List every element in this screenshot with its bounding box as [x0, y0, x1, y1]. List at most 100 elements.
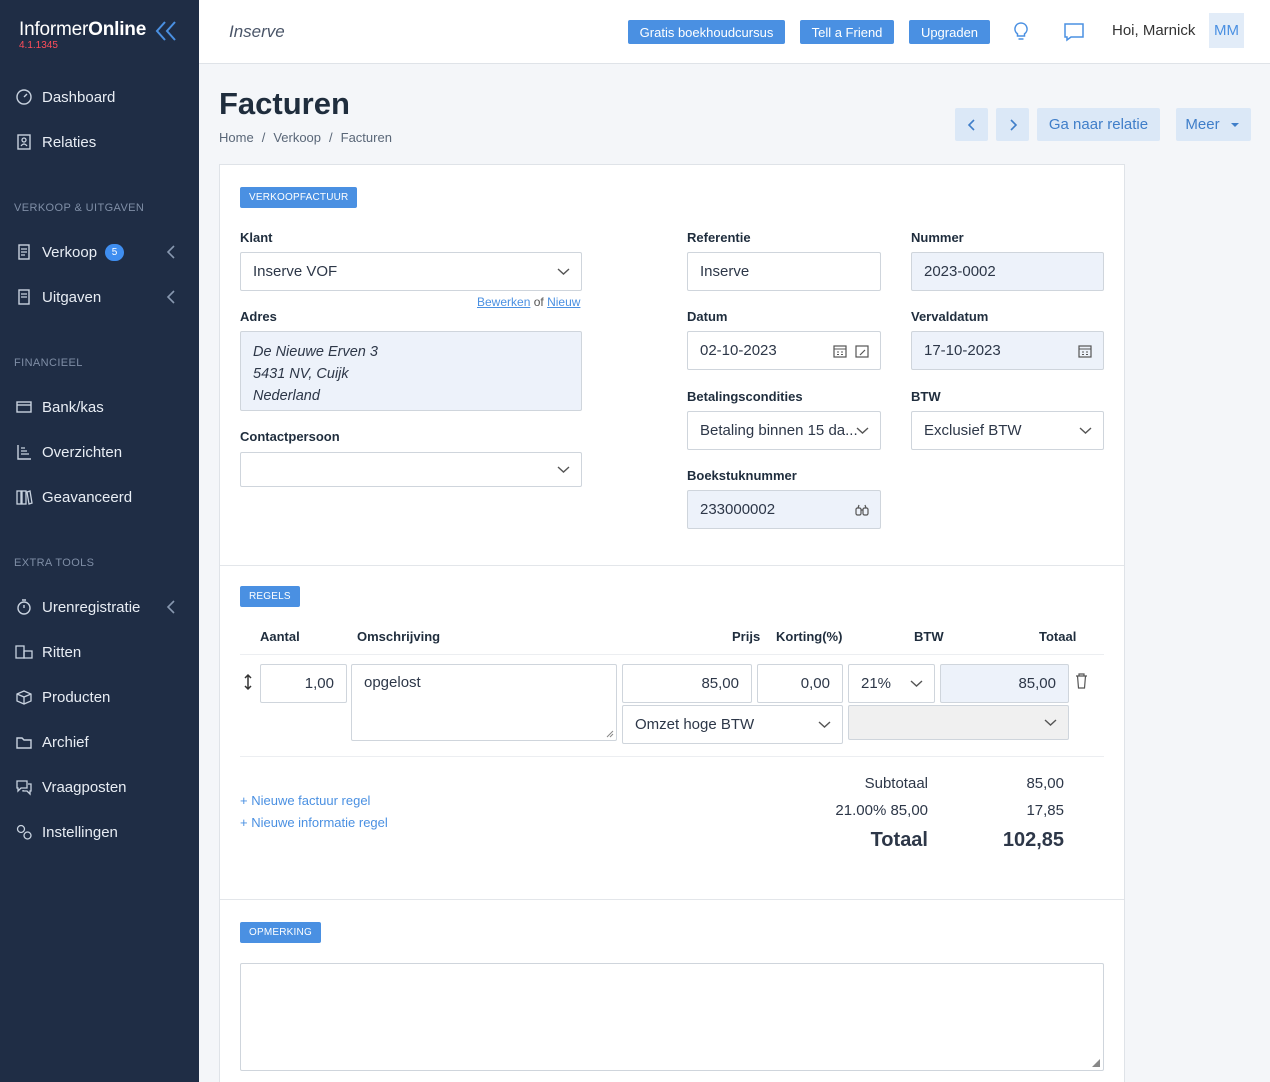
- lightbulb-icon[interactable]: [1009, 20, 1033, 44]
- more-label: Meer: [1185, 116, 1220, 133]
- messages-icon[interactable]: [1062, 20, 1086, 44]
- section-divider: [220, 565, 1124, 566]
- resize-handle-icon[interactable]: [606, 730, 614, 738]
- sidebar-item-producten[interactable]: Producten: [0, 680, 199, 714]
- sidebar-item-relaties[interactable]: Relaties: [0, 125, 199, 159]
- address-line: Nederland: [253, 388, 320, 404]
- nummer-input[interactable]: 2023-0002: [911, 252, 1104, 291]
- sidebar-item-overzichten[interactable]: Overzichten: [0, 435, 199, 469]
- add-info-line-link[interactable]: + Nieuwe informatie regel: [240, 815, 388, 830]
- adres-label: Adres: [240, 309, 277, 324]
- section-title-finance: FINANCIEEL: [14, 357, 83, 369]
- avatar[interactable]: MM: [1209, 13, 1244, 48]
- calendar-edit-icon[interactable]: [854, 343, 870, 359]
- or-text: of: [533, 295, 544, 309]
- receipt-icon: [18, 289, 30, 305]
- datum-value: 02-10-2023: [700, 342, 777, 359]
- line-vat-select[interactable]: 21%: [848, 664, 935, 703]
- vervaldatum-input[interactable]: 17-10-2023: [911, 331, 1104, 370]
- sidebar-item-archief[interactable]: Archief: [0, 725, 199, 759]
- delete-icon[interactable]: [1075, 673, 1088, 689]
- reports-icon: [17, 445, 31, 460]
- chat-icon: [16, 780, 32, 796]
- tell-a-friend-button[interactable]: Tell a Friend: [800, 20, 894, 44]
- chevron-down-icon: [557, 268, 570, 275]
- new-client-link[interactable]: Nieuw: [547, 295, 580, 309]
- quantity-value: 1,00: [304, 675, 334, 692]
- col-korting: Korting(%): [776, 629, 843, 644]
- calendar-icon[interactable]: [832, 343, 848, 359]
- section-pill-lines: REGELS: [240, 586, 300, 607]
- discount-value: 0,00: [800, 675, 830, 692]
- chevron-down-icon: [1044, 719, 1057, 726]
- edit-client-link[interactable]: Bewerken: [477, 295, 530, 309]
- section-pill-invoice: VERKOOPFACTUUR: [240, 187, 358, 208]
- klant-select[interactable]: Inserve VOF: [240, 252, 582, 291]
- sidebar-item-dashboard[interactable]: Dashboard: [0, 80, 199, 114]
- quantity-input[interactable]: 1,00: [260, 664, 347, 703]
- sidebar-item-label: Urenregistratie: [42, 598, 141, 616]
- header-divider: [240, 654, 1104, 655]
- nummer-value: 2023-0002: [924, 263, 996, 280]
- col-aantal: Aantal: [260, 629, 300, 644]
- contact-select[interactable]: [240, 452, 582, 487]
- free-course-button[interactable]: Gratis boekhoudcursus: [628, 20, 785, 44]
- boek-value: 233000002: [700, 501, 776, 518]
- sidebar-item-verkoop[interactable]: Verkoop 5: [0, 235, 199, 269]
- bank-icon: [16, 401, 32, 413]
- upgrade-button[interactable]: Upgraden: [909, 20, 990, 44]
- binoculars-icon[interactable]: [854, 502, 870, 518]
- datum-input[interactable]: 02-10-2023: [687, 331, 881, 370]
- sidebar-item-bank[interactable]: Bank/kas: [0, 390, 199, 424]
- address-box: De Nieuwe Erven 3 5431 NV, Cuijk Nederla…: [240, 331, 582, 411]
- price-input[interactable]: 85,00: [622, 664, 752, 703]
- dashboard-icon: [16, 89, 32, 105]
- brand-logo[interactable]: InformerOnline: [19, 19, 146, 41]
- count-badge: 5: [105, 243, 125, 261]
- subtotal-label: Subtotaal: [864, 775, 928, 792]
- previous-button[interactable]: [955, 108, 988, 141]
- description-textarea[interactable]: opgelost: [351, 664, 617, 741]
- contact-label: Contactpersoon: [240, 429, 340, 444]
- revenue-account-select[interactable]: Omzet hoge BTW: [622, 705, 843, 744]
- user-greeting: Hoi, Marnick: [1112, 22, 1196, 39]
- remark-textarea[interactable]: [240, 963, 1104, 1071]
- klant-actions: Bewerken of Nieuw: [477, 295, 580, 309]
- breadcrumb-home[interactable]: Home: [219, 130, 254, 145]
- collapse-sidebar-icon[interactable]: [153, 18, 179, 44]
- next-button[interactable]: [996, 108, 1029, 141]
- boekstuknummer-input[interactable]: 233000002: [687, 490, 881, 529]
- drag-handle-icon[interactable]: [242, 673, 254, 691]
- sidebar-item-instellingen[interactable]: Instellingen: [0, 815, 199, 849]
- sidebar-item-geavanceerd[interactable]: Geavanceerd: [0, 480, 199, 514]
- sidebar-item-ritten[interactable]: Ritten: [0, 635, 199, 669]
- breadcrumb-verkoop[interactable]: Verkoop: [273, 130, 321, 145]
- calendar-icon[interactable]: [1077, 343, 1093, 359]
- sidebar-item-label: Bank/kas: [42, 398, 104, 416]
- datum-label: Datum: [687, 309, 728, 324]
- chevron-down-icon: [557, 466, 570, 473]
- klant-value: Inserve VOF: [253, 263, 338, 280]
- discount-input[interactable]: 0,00: [757, 664, 843, 703]
- sidebar-item-vraagposten[interactable]: Vraagposten: [0, 770, 199, 804]
- go-to-relation-button[interactable]: Ga naar relatie: [1037, 108, 1160, 141]
- company-name: Inserve: [229, 22, 285, 41]
- page-title: Facturen: [219, 86, 350, 121]
- sidebar-item-uitgaven[interactable]: Uitgaven: [0, 280, 199, 314]
- sidebar-item-label: Archief: [42, 733, 89, 751]
- more-dropdown-button[interactable]: Meer: [1176, 108, 1251, 141]
- sidebar-item-urenregistratie[interactable]: Urenregistratie: [0, 590, 199, 624]
- box-icon: [16, 690, 32, 705]
- price-value: 85,00: [701, 675, 739, 692]
- extra-select[interactable]: [848, 705, 1069, 740]
- payment-terms-select[interactable]: Betaling binnen 15 da...: [687, 411, 881, 450]
- vat-value: 17,85: [1026, 802, 1064, 819]
- btw-select[interactable]: Exclusief BTW: [911, 411, 1104, 450]
- referentie-input[interactable]: Inserve: [687, 252, 881, 291]
- address-line: 5431 NV, Cuijk: [253, 366, 349, 382]
- col-omschrijving: Omschrijving: [357, 629, 441, 644]
- col-prijs: Prijs: [732, 629, 761, 644]
- resize-handle-icon[interactable]: [1091, 1058, 1101, 1068]
- add-invoice-line-link[interactable]: + Nieuwe factuur regel: [240, 793, 370, 808]
- line-vat-value: 21%: [861, 675, 892, 692]
